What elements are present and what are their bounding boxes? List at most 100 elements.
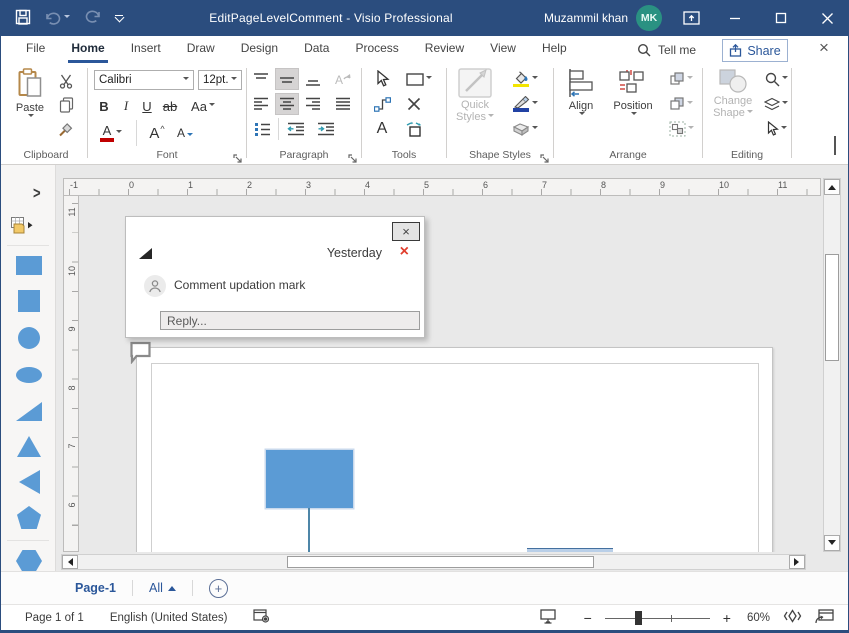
zoom-level[interactable]: 60% (747, 612, 770, 624)
bring-forward-button[interactable] (664, 68, 698, 90)
canvas-rectangle-shape[interactable] (266, 450, 353, 508)
canvas-connector-line[interactable] (308, 508, 310, 552)
zoom-in-button[interactable]: + (723, 610, 731, 626)
shrink-font-button[interactable]: A (172, 122, 198, 144)
cut-button[interactable] (55, 71, 77, 91)
scroll-up-button[interactable] (824, 179, 840, 195)
zoom-slider-thumb[interactable] (635, 611, 642, 625)
text-direction-button[interactable]: A (331, 68, 355, 90)
tab-review[interactable]: Review (412, 36, 477, 64)
tab-data[interactable]: Data (291, 36, 342, 64)
rectangle-tool-button[interactable] (402, 68, 436, 90)
scroll-right-button[interactable] (789, 555, 805, 569)
comment-reply-input[interactable] (160, 311, 420, 330)
group-button[interactable] (664, 118, 698, 140)
stencil-shape-hexagon[interactable] (16, 550, 42, 572)
stencil-icon[interactable] (11, 217, 35, 239)
tab-draw[interactable]: Draw (174, 36, 228, 64)
change-shape-button[interactable]: Change Shape (707, 68, 759, 146)
account-user-name[interactable]: Muzammil khan (544, 0, 628, 36)
align-button[interactable]: Align (560, 68, 602, 146)
copy-button[interactable] (55, 95, 77, 115)
align-top-button[interactable] (249, 68, 273, 90)
strikethrough-button[interactable]: ab (158, 96, 182, 116)
paste-button[interactable]: Paste (11, 68, 49, 146)
canvas-partial-shape[interactable] (527, 548, 613, 552)
stencil-shape-circle[interactable] (18, 327, 40, 349)
shape-line-button[interactable] (505, 93, 545, 115)
share-button[interactable]: Share (722, 39, 788, 62)
pointer-tool-button[interactable] (370, 68, 394, 90)
scroll-down-button[interactable] (824, 535, 840, 551)
font-color-button[interactable]: A (94, 122, 128, 144)
close-document-icon[interactable]: × (814, 38, 834, 58)
change-case-button[interactable]: Aa (186, 96, 220, 116)
presentation-mode-icon[interactable] (539, 609, 557, 627)
maximize-button[interactable] (764, 0, 798, 36)
bold-button[interactable]: B (94, 96, 114, 116)
scroll-left-button[interactable] (62, 555, 78, 569)
align-middle-button[interactable] (275, 68, 299, 90)
collapse-ribbon-button[interactable] (834, 138, 836, 156)
align-right-button[interactable] (301, 93, 325, 115)
vertical-scroll-thumb[interactable] (825, 254, 839, 361)
select-button[interactable] (761, 118, 791, 140)
quick-styles-button[interactable]: Quick Styles (451, 68, 499, 146)
insert-page-button[interactable]: + (209, 579, 228, 598)
tab-home[interactable]: Home (58, 36, 117, 64)
tell-me-button[interactable]: Tell me (637, 36, 696, 64)
align-center-button[interactable] (275, 93, 299, 115)
drawing-tools-button[interactable] (402, 118, 426, 140)
account-avatar[interactable]: MK (636, 5, 662, 31)
stencil-shape-square[interactable] (18, 290, 40, 312)
tab-help[interactable]: Help (529, 36, 580, 64)
page-indicator[interactable]: Page 1 of 1 (25, 612, 84, 624)
italic-button[interactable]: I (116, 96, 136, 116)
stencil-shape-rectangle[interactable] (16, 256, 42, 275)
paste-dropdown[interactable] (28, 114, 34, 120)
align-bottom-button[interactable] (301, 68, 325, 90)
underline-button[interactable]: U (137, 96, 157, 116)
text-tool-button[interactable]: A (370, 118, 394, 140)
macro-record-icon[interactable] (253, 609, 270, 626)
shape-fill-button[interactable] (505, 68, 545, 90)
fit-page-to-window-icon[interactable] (783, 609, 802, 626)
tab-design[interactable]: Design (228, 36, 291, 64)
tab-file[interactable]: File (13, 36, 58, 64)
font-family-combobox[interactable]: Calibri (94, 70, 194, 90)
font-size-combobox[interactable]: 12pt. (198, 70, 242, 90)
stencil-shape-left-triangle[interactable] (19, 470, 40, 494)
grow-font-button[interactable]: A ^ (144, 122, 170, 144)
send-backward-button[interactable] (664, 93, 698, 115)
minimize-button[interactable] (718, 0, 752, 36)
all-pages-button[interactable]: All (149, 581, 176, 595)
tab-process[interactable]: Process (342, 36, 411, 64)
zoom-out-button[interactable]: − (584, 610, 592, 626)
comment-popup-close-button[interactable]: × (392, 222, 420, 241)
tab-view[interactable]: View (477, 36, 529, 64)
horizontal-scrollbar[interactable] (61, 554, 806, 570)
shape-effects-button[interactable] (505, 118, 545, 140)
stencil-shape-pentagon[interactable] (17, 506, 41, 529)
comment-indicator-icon[interactable] (129, 341, 153, 369)
find-button[interactable] (761, 68, 791, 90)
stencil-shape-right-triangle[interactable] (16, 402, 42, 421)
ribbon-display-options-button[interactable] (674, 0, 708, 36)
decrease-indent-button[interactable] (283, 118, 309, 140)
layers-button[interactable] (761, 93, 791, 115)
stencil-shape-ellipse[interactable] (16, 367, 42, 383)
position-button[interactable]: Position (606, 68, 660, 146)
increase-indent-button[interactable] (313, 118, 339, 140)
comment-collapse-icon[interactable] (139, 248, 152, 259)
page-tab-page1[interactable]: Page-1 (75, 581, 116, 595)
zoom-slider[interactable] (605, 611, 710, 625)
horizontal-scroll-thumb[interactable] (287, 556, 594, 568)
justify-button[interactable] (331, 93, 355, 115)
tab-insert[interactable]: Insert (118, 36, 174, 64)
vertical-scrollbar[interactable] (823, 178, 841, 552)
close-window-button[interactable] (810, 0, 844, 36)
bullets-button[interactable] (249, 118, 275, 140)
delete-comment-icon[interactable]: × (400, 243, 409, 261)
format-painter-button[interactable] (55, 119, 77, 139)
expand-shapes-panel-icon[interactable]: > (33, 183, 41, 203)
